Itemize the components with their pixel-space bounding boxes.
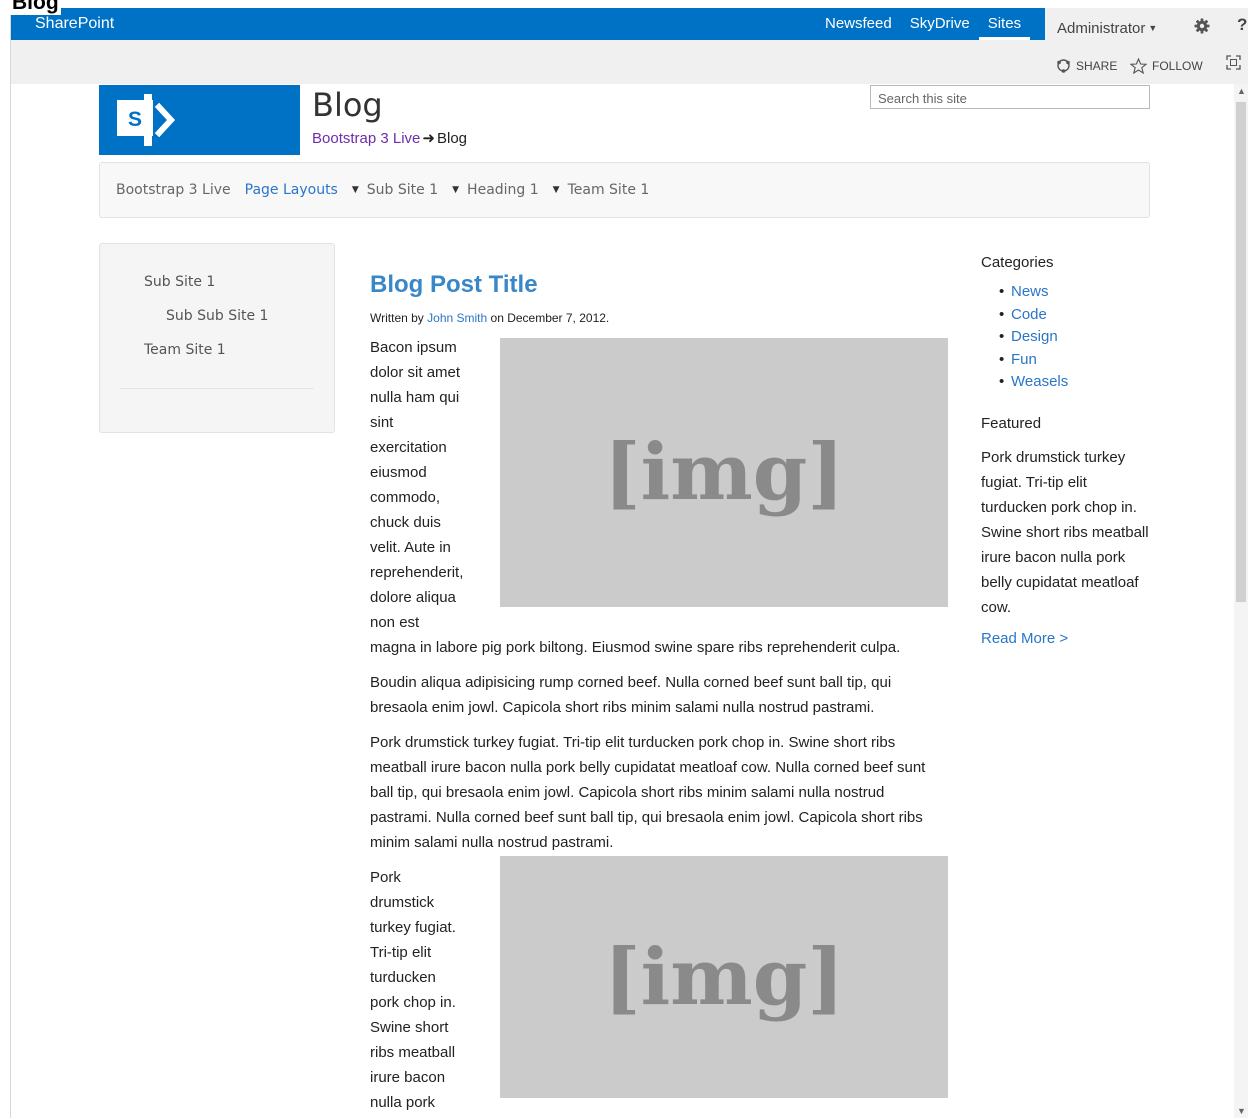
right-sidebar: Categories News Code Design Fun Weasels … <box>981 252 1156 650</box>
topnav-item-bootstrap[interactable]: Bootstrap 3 Live <box>116 182 231 198</box>
post-paragraph-4: [img] Pork drumstick turkey fugiat. Tri-… <box>370 856 948 1115</box>
post-paragraph-2: Boudin aliqua adipisicing rump corned be… <box>370 674 892 716</box>
dropdown-caret-icon[interactable]: ▼ <box>452 185 459 195</box>
sidenav-divider <box>120 388 314 389</box>
p1-line: non est <box>370 614 420 631</box>
dropdown-caret-icon[interactable]: ▼ <box>553 185 560 195</box>
scroll-down-icon[interactable]: ▼ <box>1237 1106 1246 1116</box>
svg-text:S: S <box>128 108 142 131</box>
top-navigation: Bootstrap 3 Live Page Layouts ▼ Sub Site… <box>99 162 1150 218</box>
user-name: Administrator <box>1057 19 1146 37</box>
suite-nav: Newsfeed SkyDrive Sites <box>816 8 1030 40</box>
category-link-news[interactable]: News <box>981 281 1156 304</box>
post-title[interactable]: Blog Post Title <box>370 268 948 302</box>
post-paragraph-3: Pork drumstick turkey fugiat. Tri-tip el… <box>370 734 926 851</box>
breadcrumb-current: Blog <box>436 129 468 147</box>
byline-prefix: Written by <box>370 311 424 325</box>
breadcrumb: Bootstrap 3 Live ➜ Blog <box>312 129 468 148</box>
category-link-weasels[interactable]: Weasels <box>981 371 1156 394</box>
sidenav-item-team-site[interactable]: Team Site 1 <box>144 342 226 358</box>
page-label: Blog <box>10 0 61 15</box>
share-label: SHARE <box>1076 58 1118 73</box>
category-link-design[interactable]: Design <box>981 326 1156 349</box>
categories-heading: Categories <box>981 254 1054 271</box>
side-navigation: Sub Site 1 Sub Sub Site 1 Team Site 1 <box>99 243 335 433</box>
arrow-right-icon: ➜ <box>422 130 435 147</box>
scrollbar-thumb[interactable] <box>1236 102 1246 602</box>
gear-icon[interactable] <box>1193 17 1211 35</box>
caret-down-icon: ▼ <box>1148 23 1158 33</box>
post-paragraph-1: [img] Bacon ipsum dolor sit amet nulla h… <box>370 335 948 660</box>
featured-text: Pork drumstick turkey fugiat. Tri-tip el… <box>981 448 1149 616</box>
sharepoint-logo-icon: S <box>117 94 176 146</box>
share-button[interactable]: SHARE <box>1056 58 1117 73</box>
featured-heading: Featured <box>981 414 1042 432</box>
suite-nav-newsfeed[interactable]: Newsfeed <box>816 8 901 40</box>
category-link-code[interactable]: Code <box>981 304 1156 327</box>
focus-content-button[interactable] <box>1226 55 1246 70</box>
breadcrumb-link[interactable]: Bootstrap 3 Live <box>312 130 420 147</box>
help-icon[interactable]: ? <box>1237 15 1247 35</box>
category-link-fun[interactable]: Fun <box>981 349 1156 372</box>
post-image-2: [img] <box>500 856 948 1098</box>
follow-label: FOLLOW <box>1152 59 1203 73</box>
site-title: Blog <box>312 86 383 124</box>
user-menu[interactable]: Administrator ▼ <box>1045 20 1157 37</box>
p1-tail: magna in labore pig pork biltong. Eiusmo… <box>370 639 901 656</box>
topnav-item-page-layouts[interactable]: Page Layouts <box>245 182 338 198</box>
site-logo[interactable]: S <box>99 85 300 155</box>
follow-button[interactable]: FOLLOW <box>1130 58 1203 74</box>
share-icon <box>1057 59 1070 73</box>
read-more-link[interactable]: Read More > <box>981 628 1156 650</box>
post-byline: Written by John Smith on December 7, 201… <box>370 310 948 326</box>
topnav-item-sub-site[interactable]: Sub Site 1 <box>367 182 438 198</box>
search-input[interactable]: Search this site <box>870 85 1150 109</box>
suite-nav-skydrive[interactable]: SkyDrive <box>901 8 979 40</box>
focus-icon <box>1226 55 1241 70</box>
scroll-up-icon[interactable]: ▲ <box>1237 86 1246 96</box>
categories-list: News Code Design Fun Weasels <box>981 281 1156 394</box>
post-date: on December 7, 2012. <box>490 311 610 325</box>
window-left-edge <box>0 14 11 1118</box>
dropdown-caret-icon[interactable]: ▼ <box>352 185 359 195</box>
star-icon <box>1130 58 1147 74</box>
topnav-item-team-site[interactable]: Team Site 1 <box>568 182 650 198</box>
suite-bar: SharePoint Newsfeed SkyDrive Sites Admin… <box>11 8 1248 48</box>
ribbon-bar: SHARE FOLLOW <box>11 40 1248 84</box>
sharepoint-brand[interactable]: SharePoint <box>35 15 114 33</box>
suite-nav-sites[interactable]: Sites <box>979 8 1030 40</box>
post-image-1: [img] <box>500 338 948 607</box>
topnav-item-heading[interactable]: Heading 1 <box>467 182 539 198</box>
blog-post: Blog Post Title Written by John Smith on… <box>370 268 948 1115</box>
sidenav-item-sub-site[interactable]: Sub Site 1 <box>144 274 215 290</box>
sidenav-item-sub-sub-site[interactable]: Sub Sub Site 1 <box>166 308 268 324</box>
vertical-scrollbar[interactable]: ▲ ▼ <box>1234 84 1248 1118</box>
author-link[interactable]: John Smith <box>427 311 487 325</box>
